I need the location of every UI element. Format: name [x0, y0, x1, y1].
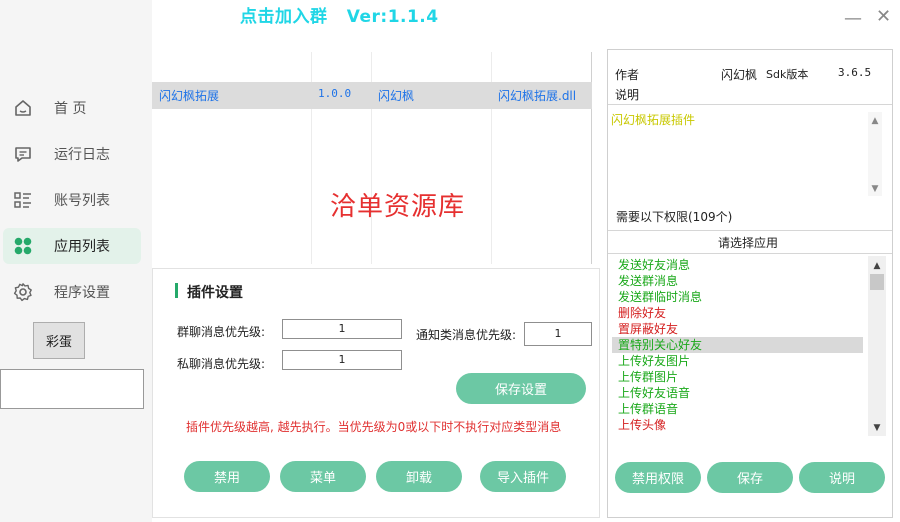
desc-label: 说明 [615, 88, 640, 102]
save-settings-button[interactable]: 保存设置 [456, 373, 586, 404]
scroll-down-icon[interactable]: ▼ [870, 421, 884, 435]
notify-priority-label: 通知类消息优先级: [416, 328, 517, 342]
sidebar-item-label: 应用列表 [54, 239, 110, 255]
author-label: 作者 [615, 68, 640, 82]
list-icon [12, 189, 34, 211]
group-priority-label: 群聊消息优先级: [177, 325, 266, 339]
apps-icon [12, 235, 34, 257]
permission-item[interactable]: 发送群临时消息 [618, 289, 702, 305]
section-marker [175, 283, 178, 298]
private-priority-label: 私聊消息优先级: [177, 357, 266, 371]
sidebar-item-log[interactable]: 运行日志 [3, 136, 141, 172]
help-button[interactable]: 说明 [799, 462, 885, 493]
gear-icon [12, 281, 34, 303]
close-icon[interactable]: ✕ [876, 6, 894, 27]
permission-item[interactable]: 上传群语音 [618, 401, 678, 417]
window-title[interactable]: 点击加入群 Ver:1.1.4 [240, 2, 439, 27]
sdk-value: 3.6.5 [838, 66, 872, 79]
plugin-file-cell: 闪幻枫拓展.dll [498, 89, 577, 103]
sidebar-item-label: 运行日志 [54, 147, 110, 163]
import-plugin-button[interactable]: 导入插件 [480, 461, 566, 492]
sdk-label: Sdk版本 [766, 68, 809, 81]
permissions-count-label: 需要以下权限(109个) [616, 210, 733, 224]
scroll-thumb[interactable] [870, 274, 884, 290]
sidebar-item-label: 首 页 [54, 101, 87, 117]
divider [608, 253, 892, 254]
disable-button[interactable]: 禁用 [184, 461, 270, 492]
save-button[interactable]: 保存 [707, 462, 793, 493]
menu-button[interactable]: 菜单 [280, 461, 366, 492]
permission-item[interactable]: 上传头像 [618, 417, 666, 433]
minimize-icon[interactable]: — [844, 8, 862, 29]
group-priority-input[interactable]: 1 [282, 319, 402, 339]
plugin-version-cell: 1.0.0 [318, 87, 352, 100]
private-priority-input[interactable]: 1 [282, 350, 402, 370]
permission-item[interactable]: 上传好友图片 [618, 353, 690, 369]
sidebar-item-label: 账号列表 [54, 193, 110, 209]
author-value: 闪幻枫 [721, 68, 758, 82]
egg-button[interactable]: 彩蛋 [33, 322, 85, 359]
plugin-name-cell: 闪幻枫拓展 [159, 89, 220, 103]
disable-permission-button[interactable]: 禁用权限 [615, 462, 701, 493]
divider [608, 104, 892, 105]
message-icon [12, 143, 34, 165]
sidebar-item-apps[interactable]: 应用列表 [3, 228, 141, 264]
select-app-label: 请选择应用 [718, 236, 779, 250]
description-text: 闪幻枫拓展插件 [611, 113, 696, 127]
permission-item[interactable]: 发送群消息 [618, 273, 678, 289]
settings-title: 插件设置 [187, 285, 243, 301]
uninstall-button[interactable]: 卸载 [376, 461, 462, 492]
sidebar-item-accounts[interactable]: 账号列表 [3, 182, 141, 218]
permission-item[interactable]: 删除好友 [618, 305, 666, 321]
notify-priority-input[interactable]: 1 [524, 322, 592, 346]
sidebar-item-home[interactable]: 首 页 [3, 90, 141, 126]
sidebar-item-settings[interactable]: 程序设置 [3, 274, 141, 310]
home-icon [12, 97, 34, 119]
sidebar: 首 页 运行日志 账号列表 应用列表 程序设置 [0, 0, 152, 522]
plugin-author-cell: 闪幻枫 [378, 89, 415, 103]
scroll-up-icon[interactable]: ▲ [870, 259, 884, 273]
sidebar-item-label: 程序设置 [54, 285, 110, 301]
permission-item[interactable]: 置特别关心好友 [618, 337, 702, 353]
sidebar-text-input[interactable] [0, 369, 144, 409]
scroll-down-icon[interactable]: ▼ [868, 182, 882, 196]
priority-warning: 插件优先级越高, 越先执行。当优先级为0或以下时不执行对应类型消息 [186, 420, 562, 434]
permission-item[interactable]: 发送好友消息 [618, 257, 690, 273]
watermark-text: 洽单资源库 [330, 192, 466, 222]
permission-item[interactable]: 上传群图片 [618, 369, 678, 385]
permission-item[interactable]: 置屏蔽好友 [618, 321, 678, 337]
divider [608, 230, 892, 231]
permission-list[interactable]: 发送好友消息 发送群消息 发送群临时消息 删除好友 置屏蔽好友 置特别关心好友 上传好友图片… [612, 256, 864, 436]
scroll-up-icon[interactable]: ▲ [868, 114, 882, 128]
permission-item[interactable]: 上传好友语音 [618, 385, 690, 401]
